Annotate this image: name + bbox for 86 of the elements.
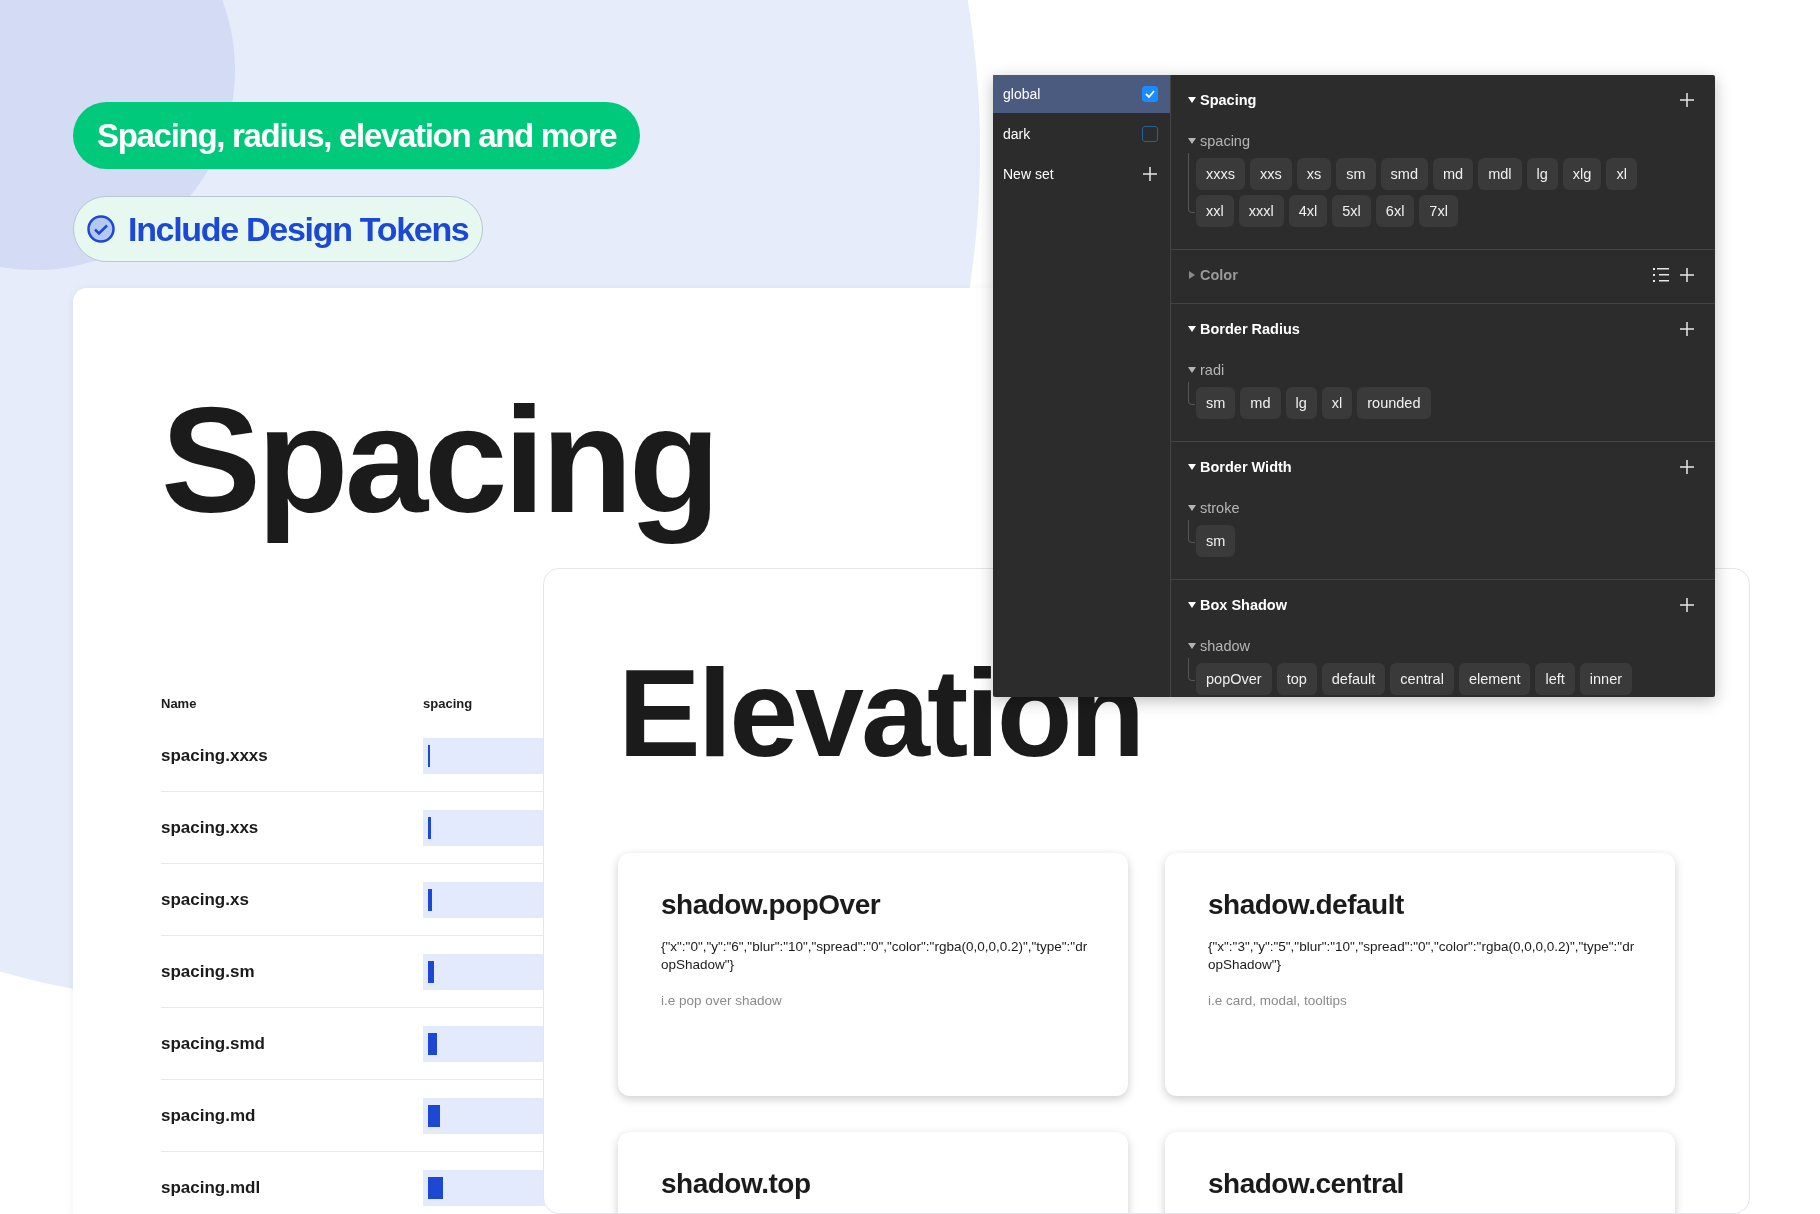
token-title: shadow.central <box>1208 1168 1405 1200</box>
plus-icon[interactable] <box>1679 459 1695 475</box>
checkbox[interactable] <box>1142 86 1158 102</box>
token-chip[interactable]: mdl <box>1478 158 1522 190</box>
token-chip[interactable]: xxs <box>1250 158 1292 190</box>
token-chip[interactable]: lg <box>1285 387 1317 419</box>
section-header[interactable]: Color <box>1200 267 1653 283</box>
caret-icon[interactable] <box>1187 136 1197 146</box>
tree-line <box>1188 658 1195 681</box>
token-chip[interactable]: default <box>1321 663 1386 695</box>
token-name: spacing.xxs <box>161 817 260 838</box>
token-chip[interactable]: popOver <box>1196 663 1272 695</box>
token-set-item[interactable]: New set <box>993 155 1170 193</box>
caret-icon[interactable] <box>1187 641 1197 651</box>
token-set-item[interactable]: dark <box>993 115 1170 153</box>
token-chip[interactable]: sm <box>1196 387 1236 419</box>
section-header[interactable]: Border Radius <box>1200 321 1679 337</box>
checkbox[interactable] <box>1142 126 1158 142</box>
column-header: Name <box>161 695 198 711</box>
column-header: spacing <box>423 695 473 711</box>
tree-line <box>1188 153 1195 213</box>
token-chip[interactable]: lg <box>1526 158 1558 190</box>
token-chip[interactable]: xxxs <box>1196 158 1245 190</box>
group-label[interactable]: spacing <box>1200 133 1250 149</box>
caret-icon[interactable] <box>1187 365 1197 375</box>
badge-label: Include Design Tokens <box>128 209 469 249</box>
check-circle-icon <box>86 214 116 244</box>
token-name: spacing.xs <box>161 889 250 910</box>
token-name: spacing.xxxs <box>161 745 269 766</box>
list-icon[interactable] <box>1653 267 1669 283</box>
token-description: i.e pop over shadow <box>661 993 783 1008</box>
token-chip[interactable]: 6xl <box>1375 195 1415 227</box>
token-chip[interactable]: 7xl <box>1419 195 1458 227</box>
token-chip[interactable]: element <box>1458 663 1531 695</box>
token-chip[interactable]: 5xl <box>1332 195 1371 227</box>
group-label[interactable]: radi <box>1200 362 1225 378</box>
set-label: dark <box>1003 126 1031 142</box>
token-name: spacing.sm <box>161 961 256 982</box>
section-header[interactable]: Box Shadow <box>1200 597 1679 613</box>
caret-icon[interactable] <box>1187 600 1197 610</box>
token-value: {"x":"0","y":"6","blur":"10","spread":"0","color":"rgba(0,0,0,0.2)","type":"dropShadow"} <box>661 938 1088 974</box>
token-chip[interactable]: xs <box>1296 158 1332 190</box>
section-header[interactable]: Spacing <box>1200 92 1679 108</box>
token-chip[interactable]: left <box>1535 663 1575 695</box>
token-title: shadow.popOver <box>661 889 882 921</box>
token-chip[interactable]: md <box>1240 387 1281 419</box>
caret-icon[interactable] <box>1187 462 1197 472</box>
token-chip[interactable]: xxl <box>1196 195 1234 227</box>
token-chip[interactable]: rounded <box>1357 387 1431 419</box>
token-name: spacing.smd <box>161 1033 266 1054</box>
token-chip[interactable]: smd <box>1380 158 1428 190</box>
set-label: global <box>1003 86 1041 102</box>
token-chip[interactable]: xlg <box>1562 158 1602 190</box>
tree-line <box>1188 382 1195 405</box>
caret-icon[interactable] <box>1187 324 1197 334</box>
token-chip[interactable]: xl <box>1321 387 1353 419</box>
section-header[interactable]: Border Width <box>1200 459 1679 475</box>
token-chip[interactable]: central <box>1390 663 1454 695</box>
token-name: spacing.mdl <box>161 1177 262 1198</box>
token-title: shadow.top <box>661 1168 812 1200</box>
group-label[interactable]: stroke <box>1200 500 1240 516</box>
caret-icon[interactable] <box>1187 95 1197 105</box>
group-label[interactable]: shadow <box>1200 638 1250 654</box>
plus-icon[interactable] <box>1679 597 1695 613</box>
plus-icon[interactable] <box>1142 166 1158 182</box>
token-value: {"x":"3","y":"5","blur":"10","spread":"0","color":"rgba(0,0,0,0.2)","type":"dropShadow"} <box>1208 938 1635 974</box>
plus-icon[interactable] <box>1679 92 1695 108</box>
token-description: i.e card, modal, tooltips <box>1208 993 1348 1008</box>
token-chip[interactable]: 4xl <box>1288 195 1328 227</box>
caret-icon[interactable] <box>1187 503 1197 513</box>
tree-line <box>1188 520 1195 543</box>
set-label: New set <box>1003 166 1054 182</box>
token-chip[interactable]: top <box>1276 663 1317 695</box>
headline-badge: Spacing, radius, elevation and more <box>73 102 641 169</box>
section-title: Spacing <box>161 375 718 546</box>
token-title: shadow.default <box>1208 889 1405 921</box>
token-chip[interactable]: sm <box>1196 525 1236 557</box>
plus-icon[interactable] <box>1679 267 1695 283</box>
token-chip[interactable]: xxxl <box>1238 195 1284 227</box>
token-chip[interactable]: sm <box>1336 158 1376 190</box>
token-chip[interactable]: xl <box>1606 158 1637 190</box>
token-name: spacing.md <box>161 1105 257 1126</box>
plus-icon[interactable] <box>1679 321 1695 337</box>
token-set-item[interactable]: global <box>993 75 1170 113</box>
token-chip[interactable]: md <box>1433 158 1474 190</box>
token-chip[interactable]: inner <box>1579 663 1633 695</box>
